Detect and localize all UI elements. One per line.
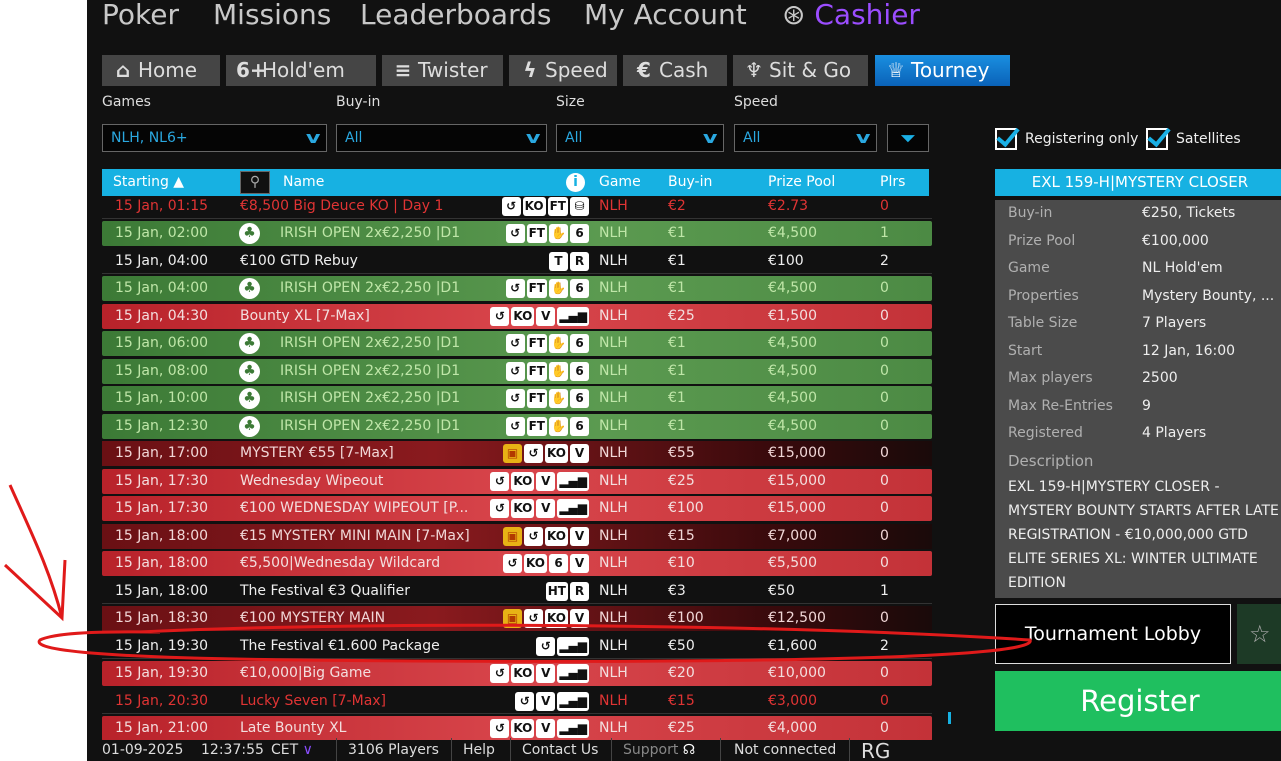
red-annotation (3, 484, 1032, 663)
